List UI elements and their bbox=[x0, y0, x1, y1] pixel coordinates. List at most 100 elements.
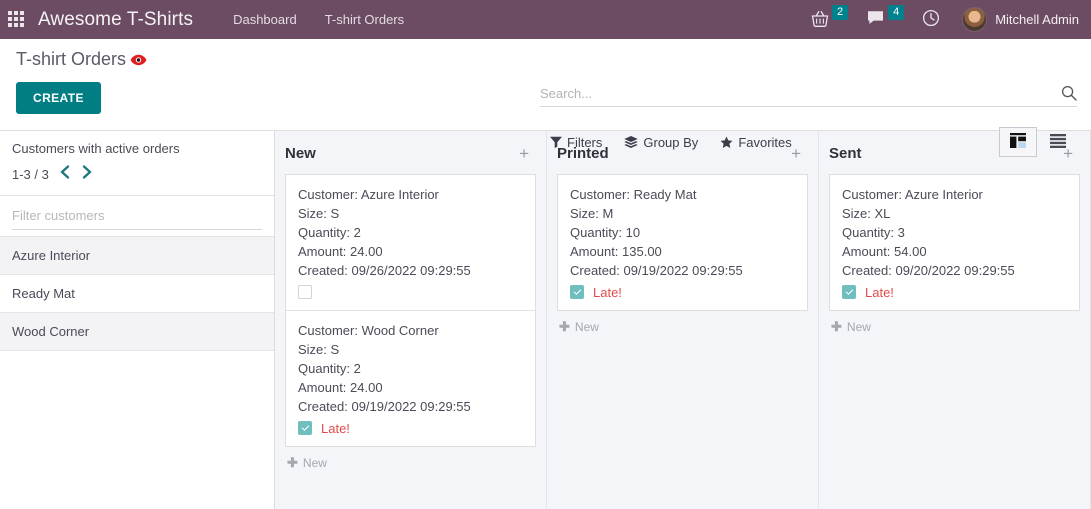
card-amount: Amount: 24.00 bbox=[298, 242, 523, 261]
card-quantity: Quantity: 2 bbox=[298, 223, 523, 242]
card-size: Size: S bbox=[298, 204, 523, 223]
layers-icon bbox=[624, 136, 638, 148]
sidebar-item-azure-interior[interactable]: Azure Interior bbox=[0, 237, 274, 275]
column-header: New + bbox=[285, 131, 536, 174]
basket-icon bbox=[811, 10, 829, 30]
late-label: Late! bbox=[865, 285, 894, 300]
kanban-column-sent: Sent + Customer: Azure Interior Size: XL… bbox=[819, 131, 1091, 509]
chevron-right-icon[interactable] bbox=[80, 165, 95, 183]
page-body: Customers with active orders 1-3 / 3 Azu… bbox=[0, 131, 1091, 509]
filters-dropdown[interactable]: Filters bbox=[540, 129, 614, 156]
column-new-button[interactable]: ✚ New bbox=[557, 311, 808, 343]
favorites-label: Favorites bbox=[738, 135, 791, 150]
kanban-card[interactable]: Customer: Wood Corner Size: S Quantity: … bbox=[286, 311, 535, 446]
card-quantity: Quantity: 3 bbox=[842, 223, 1067, 242]
card-size: Size: XL bbox=[842, 204, 1067, 223]
filter-icon bbox=[550, 136, 562, 148]
nav-item-tshirt-orders[interactable]: T-shirt Orders bbox=[311, 0, 418, 39]
view-switcher bbox=[999, 127, 1077, 157]
card-customer: Customer: Azure Interior bbox=[842, 185, 1067, 204]
search-row bbox=[540, 85, 1077, 107]
late-checkbox[interactable] bbox=[298, 421, 312, 435]
search-input[interactable] bbox=[540, 86, 1053, 101]
sidebar-pager-count: 1-3 / 3 bbox=[12, 167, 49, 182]
column-new-label: New bbox=[847, 320, 871, 334]
chevron-left-icon[interactable] bbox=[57, 165, 72, 183]
group-by-label: Group By bbox=[643, 135, 698, 150]
basket-menu[interactable]: 2 bbox=[811, 10, 848, 30]
top-navbar: Awesome T-Shirts Dashboard T-shirt Order… bbox=[0, 0, 1091, 39]
card-flag-row: Late! bbox=[570, 283, 795, 301]
card-customer: Customer: Wood Corner bbox=[298, 321, 523, 340]
plus-icon: ✚ bbox=[287, 455, 298, 471]
card-size: Size: S bbox=[298, 340, 523, 359]
card-size: Size: M bbox=[570, 204, 795, 223]
card-created: Created: 09/19/2022 09:29:55 bbox=[570, 261, 795, 280]
card-created: Created: 09/20/2022 09:29:55 bbox=[842, 261, 1067, 280]
late-checkbox[interactable] bbox=[298, 285, 312, 299]
customers-sidebar: Customers with active orders 1-3 / 3 Azu… bbox=[0, 131, 275, 509]
kanban-view-button[interactable] bbox=[999, 127, 1037, 157]
card-created: Created: 09/19/2022 09:29:55 bbox=[298, 397, 523, 416]
card-amount: Amount: 54.00 bbox=[842, 242, 1067, 261]
card-customer: Customer: Ready Mat bbox=[570, 185, 795, 204]
messages-menu[interactable]: 4 bbox=[866, 10, 904, 29]
plus-icon: ✚ bbox=[559, 319, 570, 335]
search-area bbox=[540, 85, 1077, 107]
kanban-card[interactable]: Customer: Azure Interior Size: S Quantit… bbox=[286, 175, 535, 311]
star-icon bbox=[720, 136, 733, 149]
apps-grid-icon[interactable] bbox=[8, 11, 26, 29]
column-cards: Customer: Ready Mat Size: M Quantity: 10… bbox=[557, 174, 808, 311]
late-label: Late! bbox=[593, 285, 622, 300]
messages-count-badge: 4 bbox=[888, 5, 904, 20]
card-amount: Amount: 135.00 bbox=[570, 242, 795, 261]
column-new-button[interactable]: ✚ New bbox=[285, 447, 536, 479]
plus-icon[interactable]: + bbox=[516, 145, 532, 162]
chat-bubble-icon bbox=[866, 10, 885, 29]
column-title: New bbox=[285, 145, 516, 162]
basket-count-badge: 2 bbox=[832, 5, 848, 20]
group-by-dropdown[interactable]: Group By bbox=[614, 129, 710, 156]
column-cards: Customer: Azure Interior Size: XL Quanti… bbox=[829, 174, 1080, 311]
filter-customers-input[interactable] bbox=[12, 204, 262, 230]
clock-icon bbox=[922, 9, 940, 30]
sidebar-item-wood-corner[interactable]: Wood Corner bbox=[0, 313, 274, 351]
column-new-label: New bbox=[575, 320, 599, 334]
card-flag-row: Late! bbox=[298, 419, 523, 437]
kanban-column-printed: Printed + Customer: Ready Mat Size: M Qu… bbox=[547, 131, 819, 509]
kanban-board: New + Customer: Azure Interior Size: S Q… bbox=[275, 131, 1091, 509]
avatar bbox=[962, 7, 987, 32]
card-flag-row: Late! bbox=[842, 283, 1067, 301]
card-quantity: Quantity: 2 bbox=[298, 359, 523, 378]
kanban-icon bbox=[1010, 133, 1026, 151]
card-created: Created: 09/26/2022 09:29:55 bbox=[298, 261, 523, 280]
sidebar-item-ready-mat[interactable]: Ready Mat bbox=[0, 275, 274, 313]
card-customer: Customer: Azure Interior bbox=[298, 185, 523, 204]
nav-item-dashboard[interactable]: Dashboard bbox=[219, 0, 311, 39]
sidebar-filter-wrap bbox=[0, 196, 274, 237]
column-new-button[interactable]: ✚ New bbox=[829, 311, 1080, 343]
page-title: T-shirt Orders bbox=[16, 49, 147, 70]
favorites-dropdown[interactable]: Favorites bbox=[710, 129, 803, 156]
kanban-column-new: New + Customer: Azure Interior Size: S Q… bbox=[275, 131, 547, 509]
user-menu[interactable]: Mitchell Admin bbox=[962, 7, 1079, 32]
plus-icon: ✚ bbox=[831, 319, 842, 335]
list-view-button[interactable] bbox=[1039, 127, 1077, 157]
card-flag-row bbox=[298, 283, 523, 301]
search-tools: Filters Group By Favorites bbox=[540, 127, 1077, 157]
late-checkbox[interactable] bbox=[570, 285, 584, 299]
sidebar-header: Customers with active orders 1-3 / 3 bbox=[0, 131, 274, 196]
brand-title[interactable]: Awesome T-Shirts bbox=[38, 9, 193, 31]
create-button[interactable]: CREATE bbox=[16, 82, 101, 114]
late-checkbox[interactable] bbox=[842, 285, 856, 299]
activities-menu[interactable] bbox=[922, 9, 940, 30]
card-quantity: Quantity: 10 bbox=[570, 223, 795, 242]
kanban-card[interactable]: Customer: Azure Interior Size: XL Quanti… bbox=[830, 175, 1079, 310]
eye-icon[interactable] bbox=[130, 54, 147, 66]
username-label: Mitchell Admin bbox=[995, 12, 1079, 27]
search-icon[interactable] bbox=[1061, 85, 1077, 101]
kanban-card[interactable]: Customer: Ready Mat Size: M Quantity: 10… bbox=[558, 175, 807, 310]
page-title-label: T-shirt Orders bbox=[16, 49, 126, 70]
list-icon bbox=[1050, 134, 1066, 151]
column-cards: Customer: Azure Interior Size: S Quantit… bbox=[285, 174, 536, 447]
